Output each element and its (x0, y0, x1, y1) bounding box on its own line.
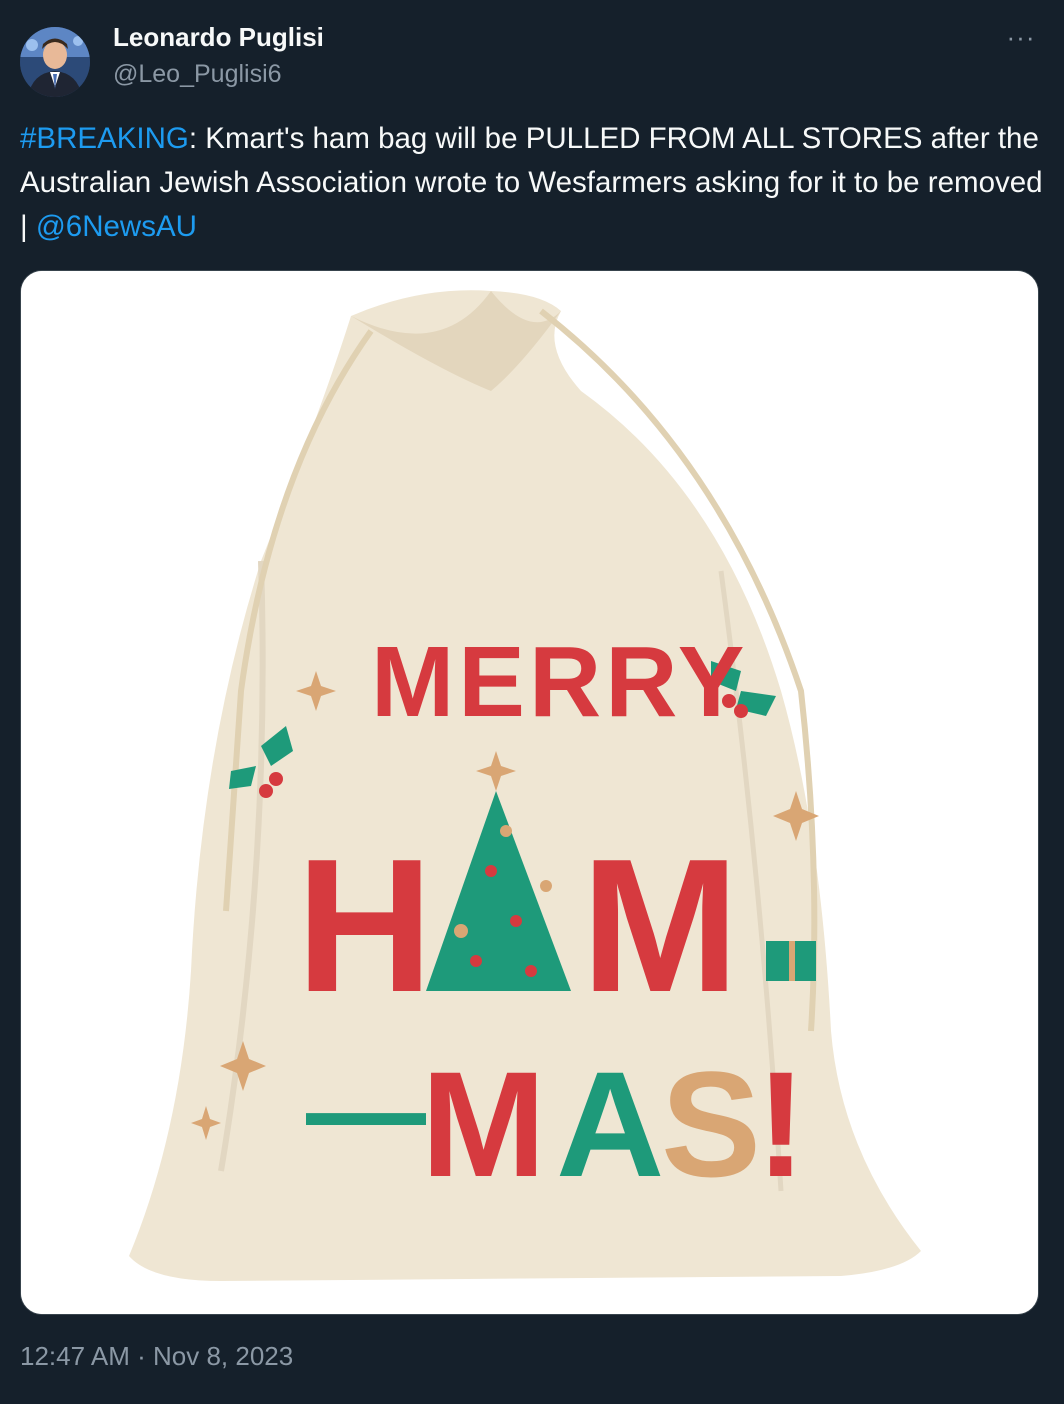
bag-text-dash: — (306, 1043, 426, 1177)
bag-text-h: H (296, 820, 433, 1032)
more-options-button[interactable]: ··· (998, 22, 1044, 52)
tweet-timestamp: 12:47 AM · Nov 8, 2023 (20, 1341, 293, 1372)
tweet-media[interactable]: MERRY H M — M A S ! (20, 270, 1039, 1315)
avatar[interactable] (20, 27, 90, 97)
bag-text-m2: M (421, 1040, 546, 1208)
bag-text-a: A (556, 1040, 664, 1208)
bag-text-merry: MERRY (371, 626, 748, 738)
mention-link[interactable]: @6NewsAU (36, 210, 197, 243)
author-display-name[interactable]: Leonardo Puglisi (113, 22, 324, 53)
more-horizontal-icon: ··· (1006, 21, 1036, 52)
bag-text-exclamation: ! (756, 1040, 806, 1208)
author-handle[interactable]: @Leo_Puglisi6 (113, 60, 282, 89)
tweet-text: #BREAKING: Kmart's ham bag will be PULLE… (20, 117, 1050, 249)
ham-bag-photo: MERRY H M — M A S ! (21, 271, 1038, 1314)
tweet-time[interactable]: 12:47 AM (20, 1341, 130, 1371)
tweet-date[interactable]: Nov 8, 2023 (153, 1341, 293, 1371)
bag-text-s: S (661, 1040, 761, 1208)
hashtag-link[interactable]: #BREAKING (20, 122, 189, 155)
avatar-image (20, 27, 90, 97)
timestamp-separator: · (137, 1341, 146, 1371)
bag-text-m: M (581, 820, 739, 1032)
